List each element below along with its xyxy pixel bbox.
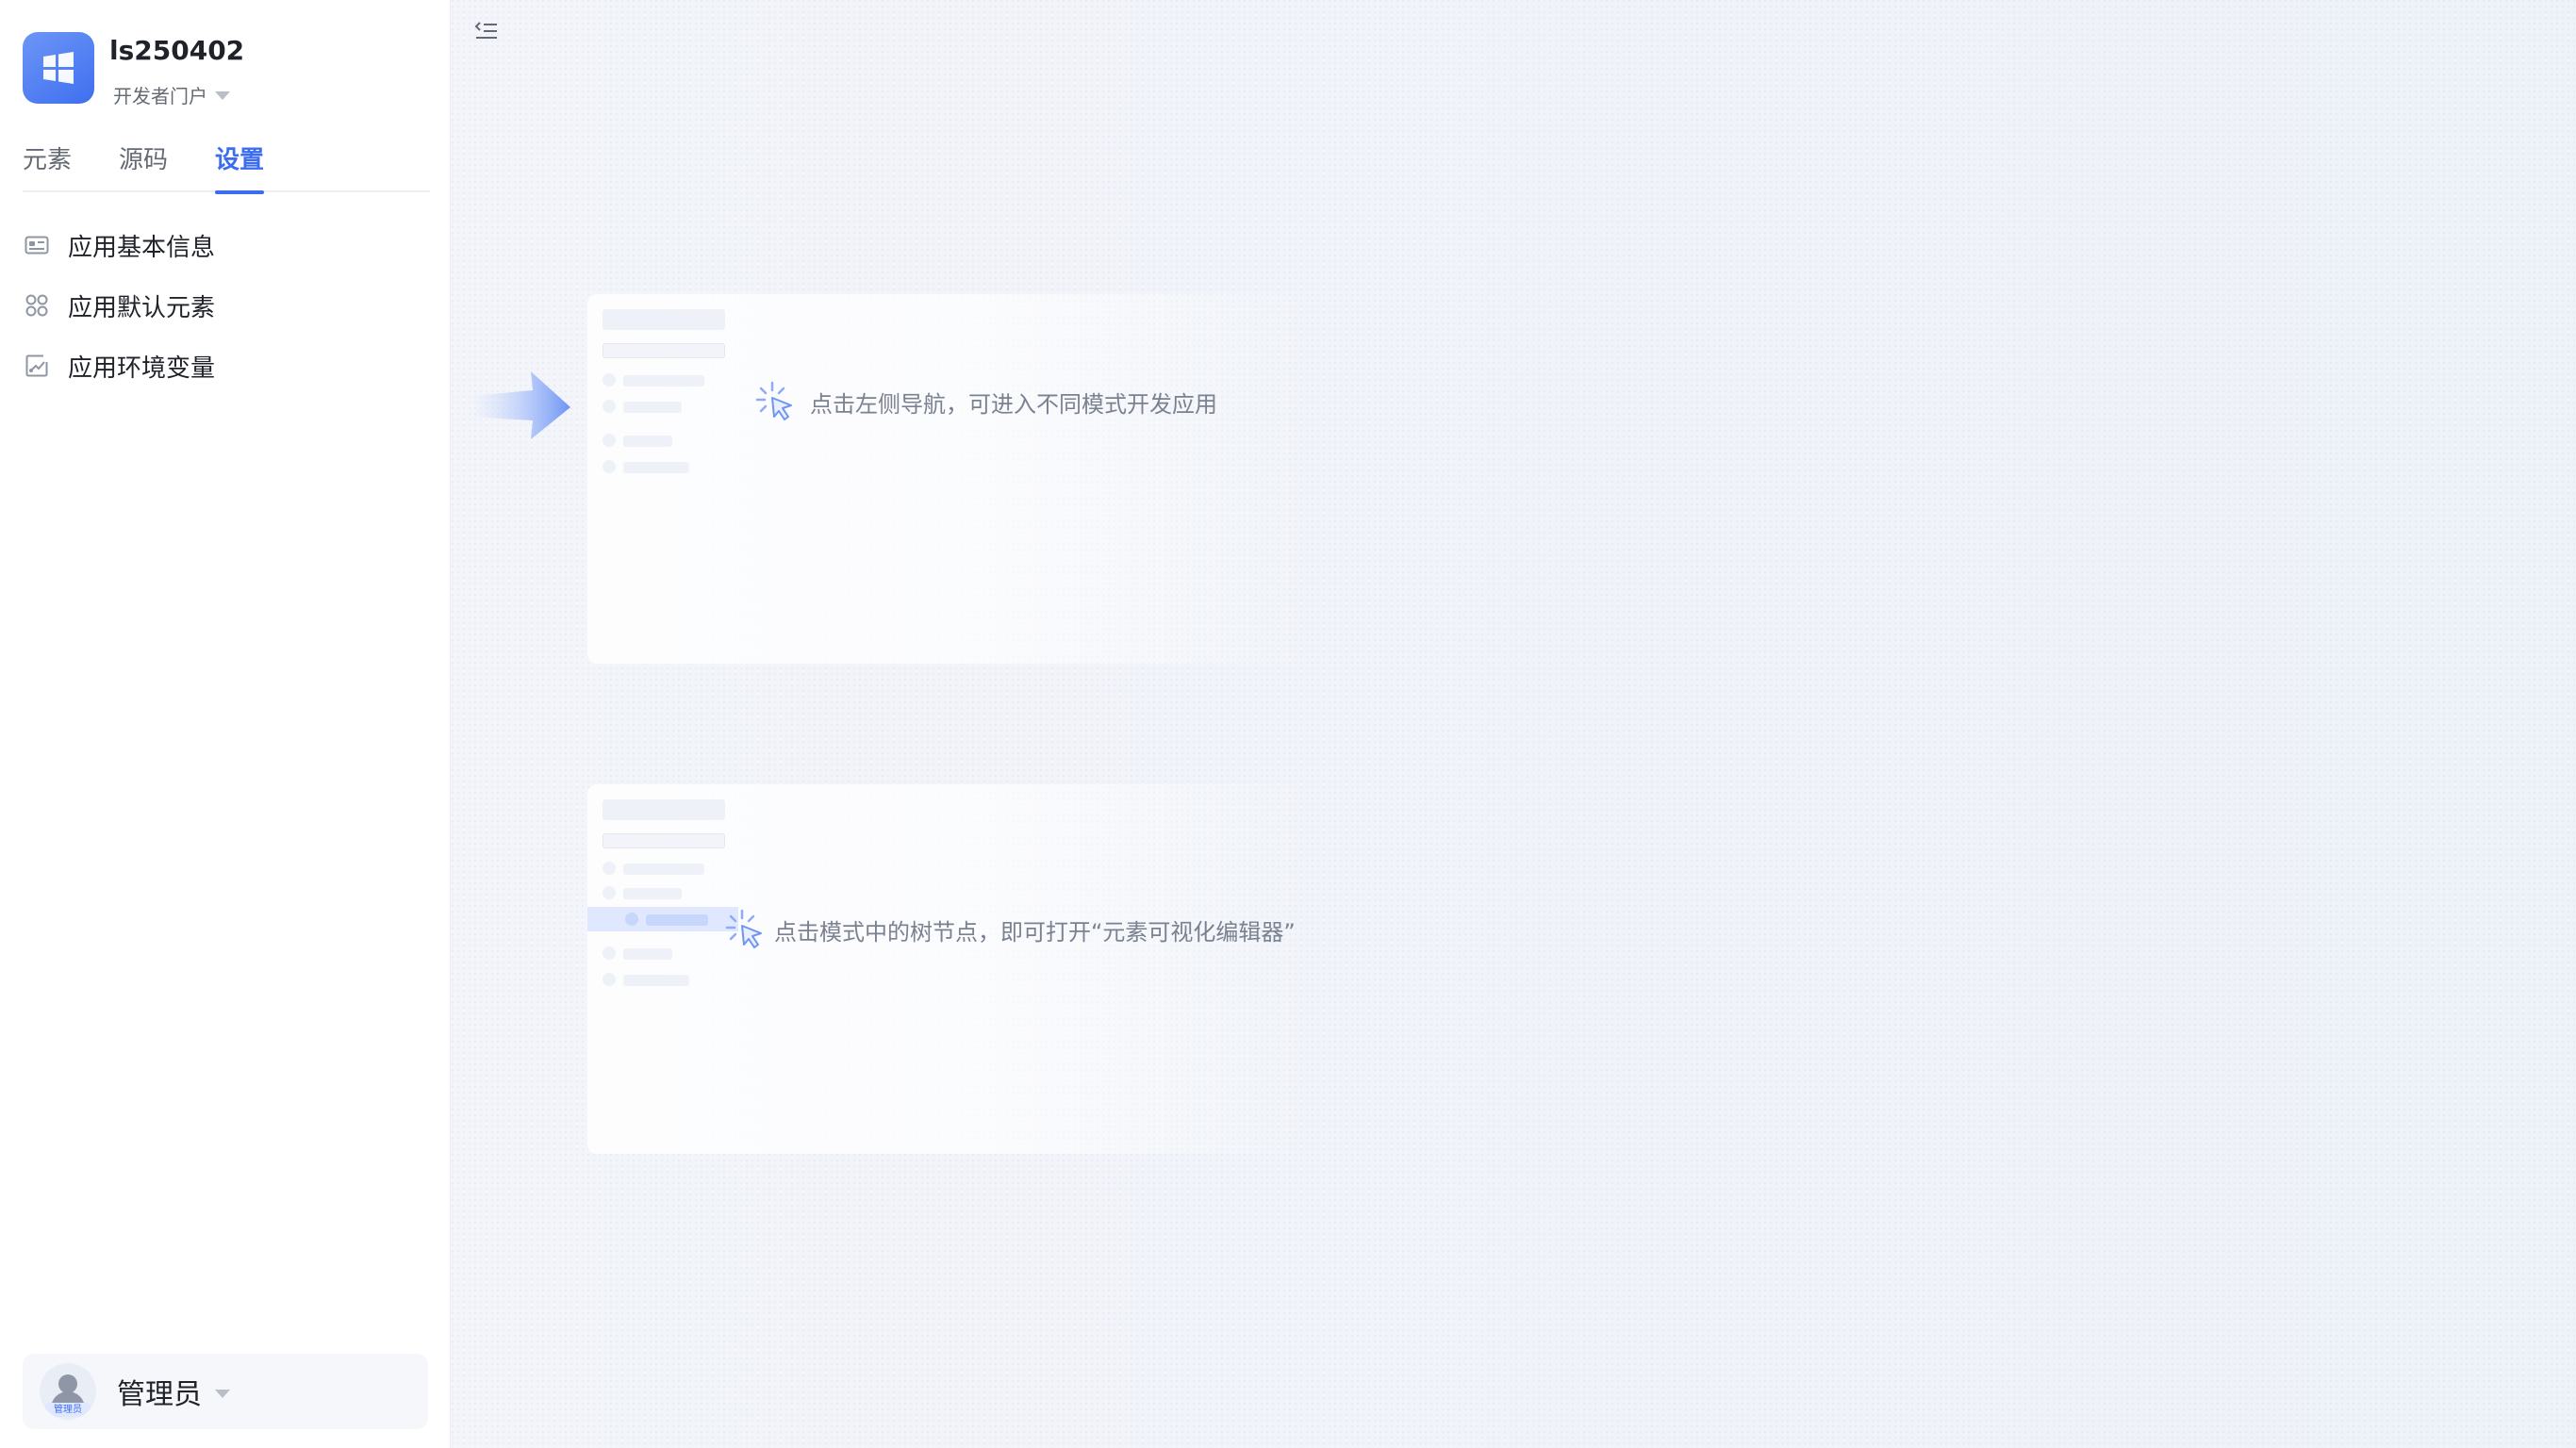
tab-source[interactable]: 源码 [119,141,168,192]
user-name: 管理员 [117,1378,202,1411]
skeleton-dot [603,973,616,986]
skeleton-input [603,833,725,848]
skeleton-dot [603,886,616,899]
sidebar-tabs: 元素 源码 设置 [23,141,430,194]
skeleton-line [623,402,682,413]
menu-item-basic-info[interactable]: 应用基本信息 [23,215,430,275]
guide-hint-tree-node: 点击模式中的树节点，即可打开“元素可视化编辑器” [725,909,1296,950]
collapse-sidebar-button[interactable] [472,17,501,45]
skeleton-line [623,864,704,875]
skeleton-highlight-row [587,907,738,931]
windows-logo-icon [43,52,74,84]
app-logo [23,32,94,104]
four-circles-icon [23,291,51,320]
skeleton-input [603,343,725,358]
app-meta: ls250402 开发者门户 [109,34,244,108]
app-header: ls250402 开发者门户 [23,32,244,108]
sidebar: ls250402 开发者门户 元素 源码 设置 应用基本信息 应用默认元素 应用… [0,0,451,1448]
skeleton-line [623,975,689,986]
id-card-icon [23,231,51,259]
tab-elements[interactable]: 元素 [23,141,72,192]
avatar: 管理员 [40,1363,96,1420]
skeleton-line [623,462,689,473]
tab-settings[interactable]: 设置 [215,141,265,194]
skeleton-dot [603,434,616,447]
skeleton-line [623,948,672,960]
skeleton-dot [603,862,616,875]
skeleton-line [623,375,704,387]
skeleton-line [623,888,682,899]
menu-label-basic-info: 应用基本信息 [68,233,216,262]
main-content: 点击左侧导航，可进入不同模式开发应用 点击模式中的树节点，即可打开“元素可视化编… [452,0,2576,1448]
menu-item-env-variables[interactable]: 应用环境变量 [23,336,430,396]
menu-label-env-variables: 应用环境变量 [68,354,216,383]
collapse-menu-icon [474,22,497,39]
skeleton-title [603,309,725,330]
arrow-right-icon [472,371,570,439]
skeleton-title [603,799,725,820]
guide-card-navigation: 点击左侧导航，可进入不同模式开发应用 [587,294,1313,664]
skeleton-line [623,436,672,447]
guide-hint-navigation: 点击左侧导航，可进入不同模式开发应用 [755,381,1217,422]
click-cursor-icon [755,381,792,420]
menu-item-default-elements[interactable]: 应用默认元素 [23,275,430,336]
portal-label: 开发者门户 [113,85,207,107]
settings-menu: 应用基本信息 应用默认元素 应用环境变量 [23,215,430,396]
click-cursor-icon [725,909,762,948]
avatar-role-tag: 管理员 [45,1403,91,1417]
portal-select[interactable]: 开发者门户 [113,81,244,108]
avatar-head [58,1374,77,1393]
app-name: ls250402 [109,35,245,66]
skeleton-dot [603,400,616,413]
chevron-down-icon [215,91,230,100]
skeleton-dot [603,946,616,960]
guide-text-tree-node: 点击模式中的树节点，即可打开“元素可视化编辑器” [774,918,1296,946]
user-menu[interactable]: 管理员 管理员 [23,1354,428,1429]
skeleton-dot [603,460,616,473]
variable-icon [23,352,51,380]
guide-text-navigation: 点击左侧导航，可进入不同模式开发应用 [810,390,1217,418]
skeleton-dot [603,373,616,387]
menu-label-default-elements: 应用默认元素 [68,293,216,322]
chevron-down-icon [215,1389,230,1398]
guide-card-tree-node: 点击模式中的树节点，即可打开“元素可视化编辑器” [587,784,1313,1154]
skeleton-dot [625,913,638,926]
skeleton-line [646,914,708,926]
